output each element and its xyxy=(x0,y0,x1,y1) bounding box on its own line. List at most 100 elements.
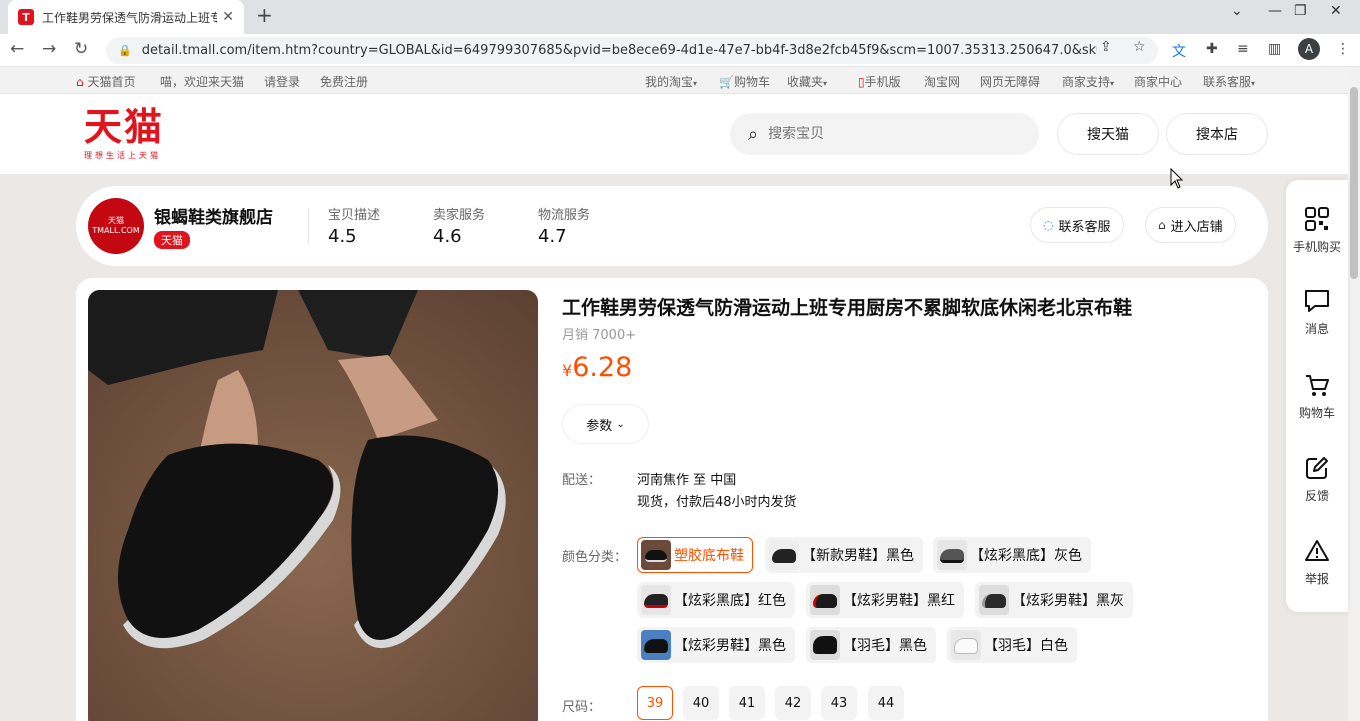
score-description: 宝贝描述 4.5 xyxy=(328,204,380,247)
color-option-label: 【新款男鞋】黑色 xyxy=(802,548,914,564)
size-option[interactable]: 39 xyxy=(637,686,673,720)
search-store-button[interactable]: 搜本店 xyxy=(1166,113,1268,155)
tmall-badge: 天猫 xyxy=(154,231,190,249)
mobile-link[interactable]: ▯手机版 xyxy=(858,73,901,90)
back-icon[interactable]: ← xyxy=(10,39,24,59)
side-panel-icon[interactable]: ▥ xyxy=(1268,41,1281,57)
chevron-down-icon: ▾ xyxy=(1251,79,1256,88)
color-option[interactable]: 【羽毛】白色 xyxy=(947,627,1077,663)
color-option[interactable]: 【炫彩男鞋】黑灰 xyxy=(975,582,1133,618)
login-link[interactable]: 请登录 xyxy=(264,73,300,90)
price-currency: ¥ xyxy=(562,361,573,380)
accessible-link[interactable]: 网页无障碍 xyxy=(980,73,1040,90)
sku-thumbnail xyxy=(641,630,671,660)
profile-avatar[interactable]: A xyxy=(1298,38,1320,60)
cart-link[interactable]: 🛒购物车 xyxy=(719,73,770,90)
side-label: 消息 xyxy=(1304,322,1329,336)
delivery-note: 现货，付款后48小时内发货 xyxy=(637,495,797,510)
score-label: 卖家服务 xyxy=(433,208,486,223)
scrollbar-thumb[interactable] xyxy=(1350,87,1358,279)
scrollbar[interactable] xyxy=(1348,67,1360,721)
search-input[interactable] xyxy=(768,126,1009,142)
report-button[interactable]: 举报 xyxy=(1286,538,1348,587)
color-option-label: 【炫彩男鞋】黑灰 xyxy=(1012,593,1124,609)
mobile-buy-button[interactable]: 手机购买 xyxy=(1286,206,1348,255)
shop-logo[interactable]: 天猫TMALL.COM xyxy=(88,198,144,254)
size-option[interactable]: 43 xyxy=(821,686,857,720)
side-cart-button[interactable]: 购物车 xyxy=(1286,372,1348,421)
logo-slogan: 理想生活上天猫 xyxy=(84,151,161,160)
size-option[interactable]: 40 xyxy=(683,686,719,720)
color-option[interactable]: 【新款男鞋】黑色 xyxy=(765,537,923,573)
translate-icon[interactable]: 文 xyxy=(1172,41,1186,61)
messages-button[interactable]: 消息 xyxy=(1286,288,1348,337)
url-text: detail.tmall.com/item.htm?country=GLOBAL… xyxy=(141,43,1097,58)
color-option-label: 【羽毛】黑色 xyxy=(843,638,927,654)
chevron-down-icon: ▾ xyxy=(823,79,828,88)
tmall-favicon-icon: T xyxy=(18,9,34,25)
close-window-icon[interactable]: ✕ xyxy=(1330,3,1342,19)
delivery-label: 配送： xyxy=(562,473,602,488)
size-option[interactable]: 42 xyxy=(775,686,811,720)
product-image[interactable] xyxy=(88,290,538,721)
score-label: 物流服务 xyxy=(538,208,591,223)
home-link[interactable]: ⌂ 天猫首页 xyxy=(76,73,135,90)
side-label: 购物车 xyxy=(1298,406,1335,420)
browser-toolbar: ← → ↻ 🔒 detail.tmall.com/item.htm?countr… xyxy=(0,34,1360,67)
search-box[interactable]: ⌕ xyxy=(730,113,1039,155)
merchant-center-link[interactable]: 商家中心 xyxy=(1134,73,1182,90)
register-link[interactable]: 免费注册 xyxy=(320,73,368,90)
site-topnav: ⌂ 天猫首页 喵，欢迎来天猫 请登录 免费注册 我的淘宝▾ 🛒购物车 收藏夹▾ … xyxy=(0,67,1360,94)
media-control-icon[interactable]: ≡ xyxy=(1237,41,1249,57)
contact-service-button[interactable]: ◌ 联系客服 xyxy=(1030,207,1124,243)
merchant-support-label: 商家支持 xyxy=(1062,75,1111,89)
tab-search-icon[interactable]: ⌄ xyxy=(1231,3,1243,19)
browser-menu-icon[interactable]: ⋮ xyxy=(1336,41,1350,57)
sku-thumbnail xyxy=(979,585,1009,615)
search-tmall-button[interactable]: 搜天猫 xyxy=(1057,113,1159,155)
my-taobao-link[interactable]: 我的淘宝▾ xyxy=(645,73,697,90)
side-label: 手机购买 xyxy=(1292,240,1341,254)
merchant-support-link[interactable]: 商家支持▾ xyxy=(1062,73,1114,90)
favorites-link[interactable]: 收藏夹▾ xyxy=(787,73,827,90)
size-option[interactable]: 44 xyxy=(868,686,904,720)
product-title: 工作鞋男劳保透气防滑运动上班专用厨房不累脚软底休闲老北京布鞋 xyxy=(562,297,1133,319)
address-bar[interactable]: 🔒 detail.tmall.com/item.htm?country=GLOB… xyxy=(106,37,1158,64)
restore-icon[interactable]: ❐ xyxy=(1294,3,1307,19)
reload-icon[interactable]: ↻ xyxy=(74,39,88,59)
color-option[interactable]: 【羽毛】黑色 xyxy=(806,627,936,663)
share-icon[interactable]: ⇪ xyxy=(1100,39,1112,55)
chevron-down-icon: ▾ xyxy=(693,79,698,88)
taobao-link[interactable]: 淘宝网 xyxy=(924,73,960,90)
params-button[interactable]: 参数 ⌄ xyxy=(562,404,649,444)
extensions-icon[interactable]: ✚ xyxy=(1206,41,1218,57)
color-option[interactable]: 塑胶底布鞋 xyxy=(637,537,753,573)
color-option[interactable]: 【炫彩黑底】红色 xyxy=(637,582,795,618)
mouse-cursor-icon xyxy=(1170,168,1184,189)
shop-name[interactable]: 银蝎鞋类旗舰店 xyxy=(154,203,273,228)
color-option-label: 【炫彩男鞋】黑红 xyxy=(843,593,955,609)
close-tab-icon[interactable]: ✕ xyxy=(222,9,234,25)
my-taobao-label: 我的淘宝 xyxy=(645,75,694,89)
enter-store-button[interactable]: ⌂ 进入店铺 xyxy=(1145,207,1236,243)
forward-icon[interactable]: → xyxy=(42,39,56,59)
color-option[interactable]: 【炫彩男鞋】黑红 xyxy=(806,582,964,618)
browser-tab[interactable]: T 工作鞋男劳保透气防滑运动上班专用厨房不累脚软底休闲老北京布鞋 ✕ xyxy=(8,0,244,34)
side-label: 举报 xyxy=(1304,572,1329,586)
score-value: 4.6 xyxy=(433,226,462,247)
side-toolbar: 手机购买 消息 购物车 反馈 举报 xyxy=(1286,180,1348,612)
color-option[interactable]: 【炫彩男鞋】黑色 xyxy=(637,627,795,663)
contact-link[interactable]: 联系客服▾ xyxy=(1203,73,1255,90)
contact-label: 联系客服 xyxy=(1203,75,1252,89)
tmall-logo[interactable]: 天猫 理想生活上天猫 xyxy=(84,106,164,161)
mobile-label: 手机版 xyxy=(864,75,901,89)
minimize-icon[interactable]: — xyxy=(1268,3,1282,19)
bookmark-star-icon[interactable]: ☆ xyxy=(1133,39,1146,55)
color-option[interactable]: 【炫彩黑底】灰色 xyxy=(933,537,1091,573)
store-icon: ⌂ xyxy=(1158,218,1166,232)
feedback-button[interactable]: 反馈 xyxy=(1286,455,1348,504)
lock-icon[interactable]: 🔒 xyxy=(118,44,132,57)
size-option[interactable]: 41 xyxy=(729,686,765,720)
new-tab-icon[interactable]: + xyxy=(256,3,273,27)
sku-thumbnail xyxy=(810,630,840,660)
